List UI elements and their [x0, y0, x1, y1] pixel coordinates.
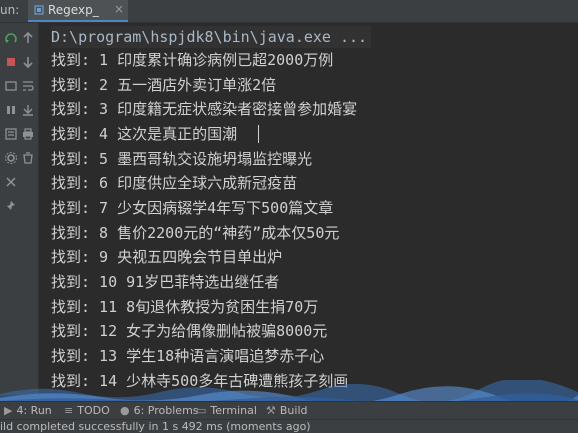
output-line: 找到: 9 央视五四晚会节目单出炉: [51, 248, 283, 266]
run-label: un:: [0, 3, 20, 17]
warning-icon: ●: [120, 404, 130, 417]
run-tab-bar: un: Regexp_ ×: [0, 0, 578, 23]
status-text: ild completed successfully in 1 s 492 ms…: [0, 420, 311, 433]
clear-all-icon[interactable]: [21, 151, 35, 165]
run-toolbar: [0, 23, 39, 395]
output-line: 找到: 8 售价2200元的“神药”成本仅50元: [51, 224, 340, 242]
tab-build[interactable]: ⚒ Build: [266, 404, 308, 417]
tab-run[interactable]: ▶ 4: Run: [4, 404, 52, 417]
tab-label: Regexp_: [48, 3, 99, 17]
status-bar: ild completed successfully in 1 s 492 ms…: [0, 419, 578, 433]
output-line: 找到: 4 这次是真正的国潮: [51, 125, 238, 143]
output-line: 找到: 5 墨西哥轨交设施坍塌监控曝光: [51, 150, 313, 168]
output-line: 找到: 2 五一酒店外卖订单涨2倍: [51, 76, 277, 94]
restore-layout-icon[interactable]: [4, 79, 18, 93]
soft-wrap-icon[interactable]: [21, 79, 35, 93]
tab-regexp[interactable]: Regexp_ ×: [28, 0, 128, 22]
exit-icon[interactable]: [4, 175, 18, 189]
run-config-icon: [34, 5, 44, 15]
tab-run-label: 4: Run: [16, 404, 52, 417]
output-line: 找到: 12 女子为给偶像删帖被骗8000元: [51, 322, 328, 340]
output-line: 找到: 11 8旬退休教授为贫困生捐70万: [51, 298, 319, 316]
rerun-icon[interactable]: [4, 31, 18, 45]
output-line: 找到: 1 印度累计确诊病例已超2000万例: [51, 51, 334, 69]
tab-todo-label: TODO: [77, 404, 110, 417]
print-icon[interactable]: [21, 127, 35, 141]
output-line: 找到: 13 学生18种语言演唱追梦赤子心: [51, 347, 325, 365]
output-line: 找到: 3 印度籍无症状感染者密接曾参加婚宴: [51, 100, 358, 118]
hammer-icon: ⚒: [266, 404, 276, 417]
tab-terminal[interactable]: ▭ Terminal: [196, 404, 257, 417]
output-line: 找到: 6 印度供应全球六成新冠疫苗: [51, 174, 298, 192]
pin-icon[interactable]: [4, 199, 18, 213]
stop-icon[interactable]: [4, 55, 18, 69]
close-icon[interactable]: ×: [114, 2, 124, 16]
command-line: D:\program\hspjdk8\bin\java.exe ...: [51, 26, 372, 48]
output-line: 找到: 7 少女因病辍学4年写下500篇文章: [51, 199, 334, 217]
run-icon: ▶: [4, 404, 13, 417]
dump-threads-icon[interactable]: [4, 127, 18, 141]
list-icon: ≡: [64, 404, 74, 417]
terminal-icon: ▭: [196, 404, 207, 417]
tab-terminal-label: Terminal: [210, 404, 257, 417]
pause-icon[interactable]: [4, 103, 18, 117]
scroll-to-end-icon[interactable]: [21, 103, 35, 117]
tab-problems[interactable]: ● 6: Problems: [120, 404, 199, 417]
ide-window: un: Regexp_ × D:\program\hspjdk8\bin\jav…: [0, 0, 578, 433]
tool-window-tabs: ▶ 4: Run ≡ TODO ● 6: Problems ▭ Terminal ⚒ Bu…: [0, 401, 578, 420]
up-arrow-icon[interactable]: [21, 31, 35, 45]
tab-todo[interactable]: ≡ TODO: [64, 404, 110, 417]
tab-build-label: Build: [279, 404, 308, 417]
down-arrow-icon[interactable]: [21, 55, 35, 69]
settings-icon[interactable]: [4, 151, 18, 165]
text-caret: [258, 125, 259, 143]
console-output[interactable]: D:\program\hspjdk8\bin\java.exe ... 找到: …: [39, 23, 578, 395]
tab-problems-label: 6: Problems: [133, 404, 199, 417]
output-line: 找到: 10 91岁巴菲特选出继任者: [51, 273, 280, 291]
